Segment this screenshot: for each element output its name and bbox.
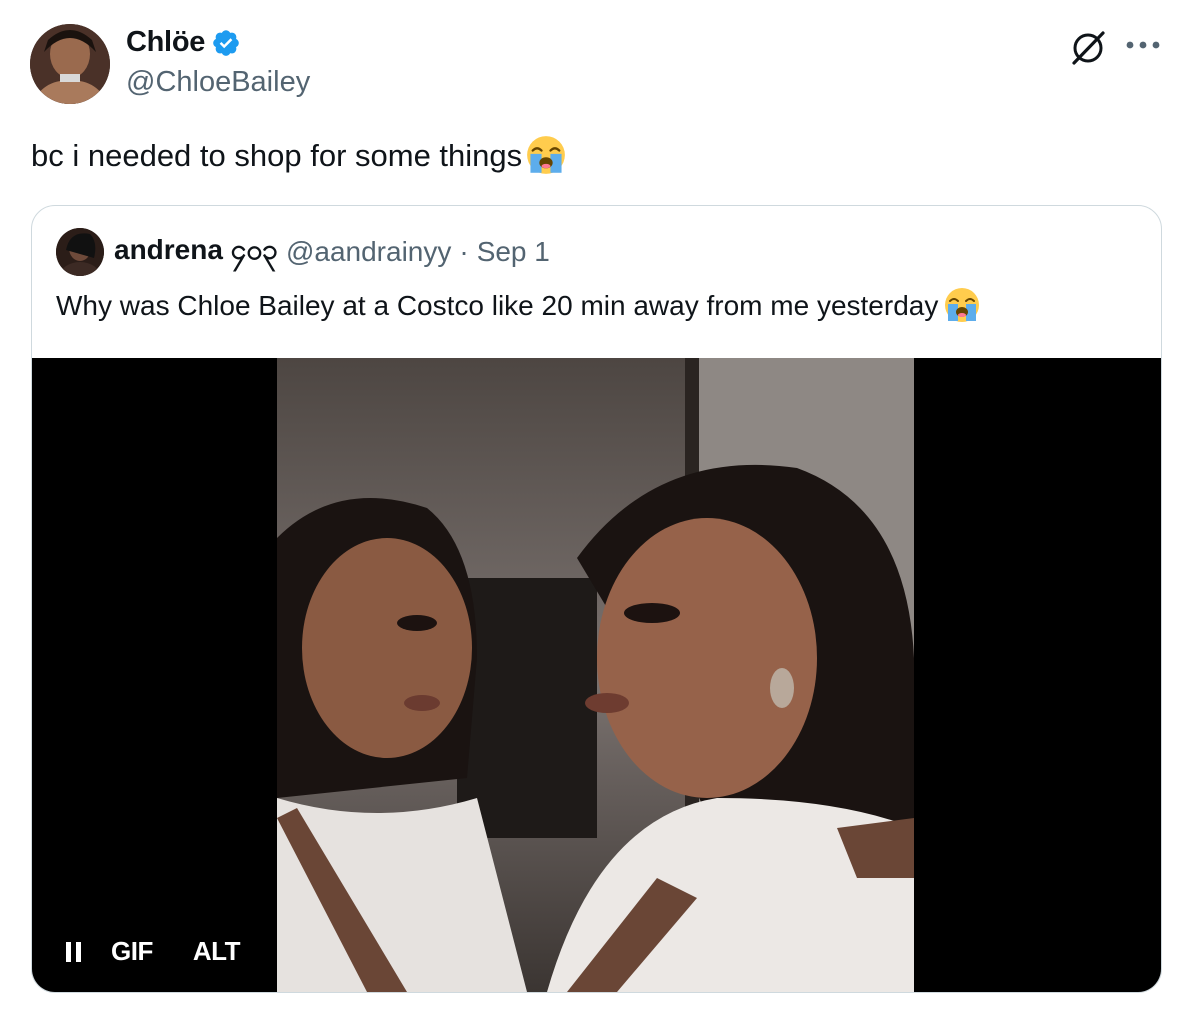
author-display-name[interactable]: Chlöe: [126, 26, 205, 59]
quoted-tweet-card[interactable]: andrena ၄၀၃ @aandrainyy · Sep 1 Why was …: [31, 205, 1162, 993]
quoted-tweet-header: andrena ၄၀၃ @aandrainyy · Sep 1: [56, 228, 550, 276]
author-avatar[interactable]: [30, 24, 110, 104]
quoted-date[interactable]: Sep 1: [477, 236, 550, 268]
verified-badge-icon[interactable]: [211, 28, 241, 58]
gif-badge: GIF: [111, 936, 153, 966]
author-name-row: Chlöe: [126, 26, 241, 59]
author-handle[interactable]: @ChloeBailey: [126, 66, 310, 99]
quoted-separator: ·: [459, 236, 469, 267]
more-icon[interactable]: [1124, 38, 1162, 52]
gif-media-player[interactable]: GIF ALT: [32, 358, 1161, 992]
media-controls: GIF ALT: [66, 936, 240, 967]
gif-frame-image: [277, 358, 914, 992]
quoted-display-name[interactable]: andrena ၄၀၃: [114, 231, 278, 273]
loudly-crying-face-icon: [527, 136, 566, 174]
quoted-handle[interactable]: @aandrainyy: [286, 236, 451, 268]
quoted-body: Why was Chloe Bailey at a Costco like 20…: [56, 290, 939, 321]
tweet-text: bc i needed to shop for some things: [31, 134, 566, 178]
grok-icon[interactable]: [1068, 28, 1108, 68]
quoted-tweet-text: Why was Chloe Bailey at a Costco like 20…: [56, 286, 980, 326]
loudly-crying-face-icon: [945, 288, 980, 322]
pause-icon[interactable]: [66, 941, 81, 962]
quoted-author-avatar[interactable]: [56, 228, 104, 276]
avatar-image: [30, 24, 110, 104]
tweet-body: bc i needed to shop for some things: [31, 138, 523, 173]
alt-button[interactable]: ALT: [193, 936, 241, 967]
quoted-avatar-image: [56, 228, 104, 276]
